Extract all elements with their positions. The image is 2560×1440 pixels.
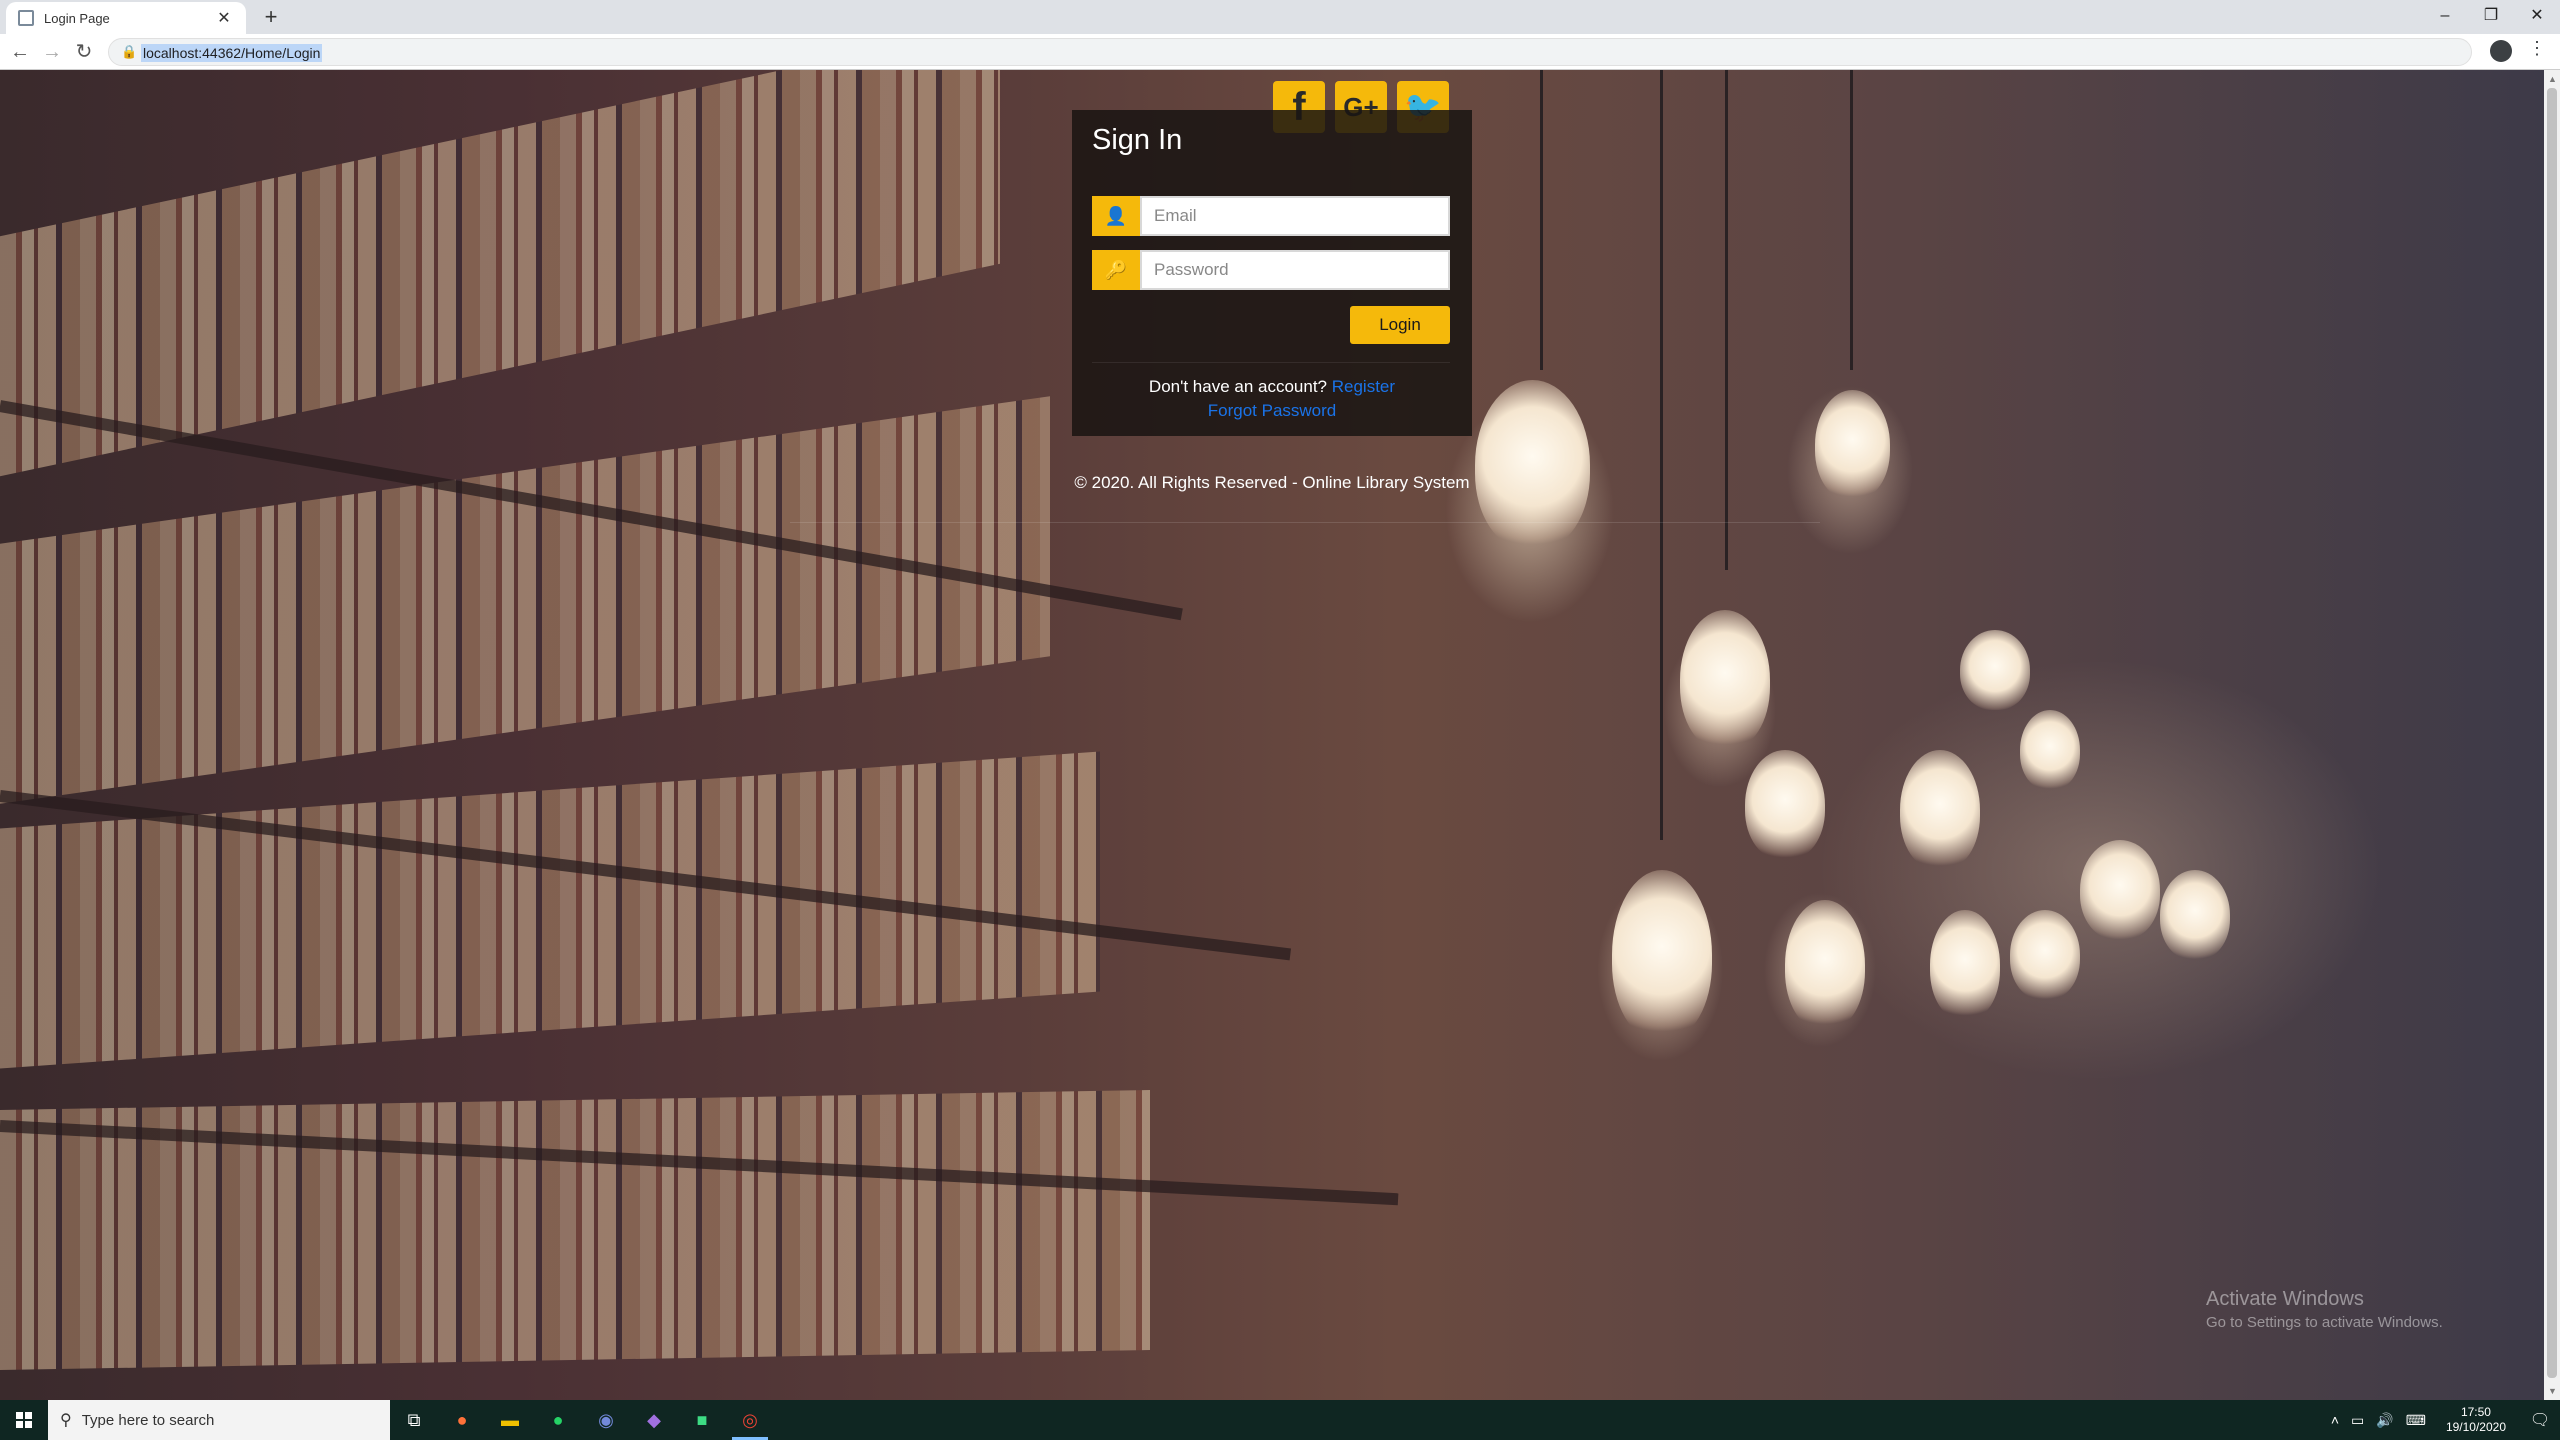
light-bulb	[1785, 900, 1865, 1030]
register-link[interactable]: Register	[1332, 377, 1395, 396]
page-divider	[790, 522, 1820, 523]
no-account-text: Don't have an account?	[1148, 377, 1328, 396]
bookshelf-row	[0, 396, 1050, 804]
tab-title: Login Page	[44, 10, 110, 26]
minimize-button[interactable]: –	[2422, 0, 2468, 34]
login-button[interactable]: Login	[1350, 306, 1450, 344]
user-icon: 👤	[1092, 196, 1140, 236]
tray-chevron-icon[interactable]: ˄	[2331, 1412, 2339, 1428]
clock-date: 19/10/2020	[2445, 1420, 2506, 1434]
browser-toolbar: ← → ↻ 🔒 localhost:44362/Home/Login ☆ ⋮	[0, 34, 2560, 70]
notifications-icon[interactable]: 🗨	[2520, 1410, 2560, 1430]
system-tray: ˄ ▭ 🔊 ⌨ 17:50 19/10/2020 🗨	[2325, 1400, 2560, 1440]
footer-copyright: © 2020. All Rights Reserved - Online Lib…	[1074, 473, 1470, 492]
bulb-wire	[1660, 70, 1663, 840]
taskbar-search-box[interactable]: ⚲ Type here to search	[48, 1400, 390, 1440]
light-bulb	[1680, 610, 1770, 750]
activate-windows-watermark: Activate Windows	[2206, 1288, 2364, 1310]
scroll-down-arrow-icon[interactable]: ▼	[2548, 1386, 2557, 1396]
bookshelf-row	[0, 70, 1000, 477]
light-bulb	[1900, 750, 1980, 870]
light-bulb	[1745, 750, 1825, 860]
sign-in-title: Sign In	[1092, 124, 1183, 156]
taskbar-search-text: Type here to search	[81, 1411, 215, 1429]
profile-avatar-icon[interactable]	[2490, 40, 2512, 62]
whatsapp-icon[interactable]: ●	[534, 1400, 582, 1440]
forward-arrow-icon[interactable]: →	[38, 38, 66, 66]
light-bulb	[1612, 870, 1712, 1040]
forgot-password-link[interactable]: Forgot Password	[1072, 401, 1472, 421]
tab-login-page[interactable]: Login Page ✕	[6, 2, 246, 34]
light-bulb	[2010, 910, 2080, 1000]
file-explorer-icon[interactable]: ▬	[486, 1400, 534, 1440]
email-field-group: 👤	[1092, 196, 1450, 236]
activate-windows-subtitle: Go to Settings to activate Windows.	[2206, 1314, 2443, 1331]
email-field[interactable]	[1140, 196, 1450, 236]
windows-taskbar: ⚲ Type here to search ⧉ ● ▬ ● ◉ ◆ ■ ◎ ˄ …	[0, 1400, 2560, 1440]
reload-icon[interactable]: ↻	[70, 38, 98, 66]
light-bulb	[2080, 840, 2160, 940]
key-icon: 🔑	[1092, 250, 1140, 290]
light-bulb	[1960, 630, 2030, 710]
page-favicon-icon	[18, 10, 34, 26]
restore-button[interactable]: ❐	[2468, 0, 2514, 34]
light-bulb	[1930, 910, 2000, 1020]
scroll-thumb[interactable]	[2547, 88, 2557, 1378]
browser-menu-icon[interactable]: ⋮	[2528, 38, 2546, 59]
chrome-icon[interactable]: ◎	[726, 1400, 774, 1440]
windows-logo-icon	[16, 1412, 32, 1428]
url-text[interactable]: localhost:44362/Home/Login	[141, 44, 323, 62]
network-icon[interactable]: ▭	[2351, 1412, 2364, 1429]
light-bulb	[1475, 380, 1590, 550]
page-scrollbar[interactable]: ▲ ▼	[2544, 70, 2560, 1400]
discord-icon[interactable]: ◉	[582, 1400, 630, 1440]
visual-studio-icon[interactable]: ◆	[630, 1400, 678, 1440]
back-arrow-icon[interactable]: ←	[6, 38, 34, 66]
window-controls: – ❐ ✕	[2422, 0, 2560, 34]
password-field[interactable]	[1140, 250, 1450, 290]
bulb-wire	[1540, 70, 1543, 370]
address-bar[interactable]: 🔒 localhost:44362/Home/Login ☆	[108, 38, 2560, 66]
volume-icon[interactable]: 🔊	[2376, 1412, 2393, 1429]
firefox-icon[interactable]: ●	[438, 1400, 486, 1440]
light-bulb	[2160, 870, 2230, 960]
search-icon: ⚲	[60, 1412, 72, 1429]
login-card: Sign In 👤 🔑 Login Don't have an account?…	[1072, 110, 1472, 436]
card-divider	[1092, 362, 1450, 363]
task-view-icon[interactable]: ⧉	[390, 1400, 438, 1440]
bulb-wire	[1725, 70, 1728, 570]
pycharm-icon[interactable]: ■	[678, 1400, 726, 1440]
keyboard-icon[interactable]: ⌨	[2406, 1412, 2426, 1429]
new-tab-button[interactable]: +	[258, 4, 284, 30]
browser-tab-bar: Login Page ✕ + – ❐ ✕	[0, 0, 2560, 34]
taskbar-clock[interactable]: 17:50 19/10/2020	[2446, 1405, 2506, 1435]
start-button[interactable]	[0, 1400, 48, 1440]
close-window-button[interactable]: ✕	[2514, 0, 2560, 34]
bulb-wire	[1850, 70, 1853, 370]
password-field-group: 🔑	[1092, 250, 1450, 290]
lock-icon: 🔒	[121, 44, 138, 59]
register-prompt: Don't have an account? Register	[1072, 377, 1472, 397]
scroll-up-arrow-icon[interactable]: ▲	[2548, 74, 2557, 84]
light-bulb	[2020, 710, 2080, 790]
light-bulb	[1815, 390, 1890, 500]
clock-time: 17:50	[2460, 1405, 2491, 1419]
tab-close-icon[interactable]: ✕	[214, 8, 234, 28]
